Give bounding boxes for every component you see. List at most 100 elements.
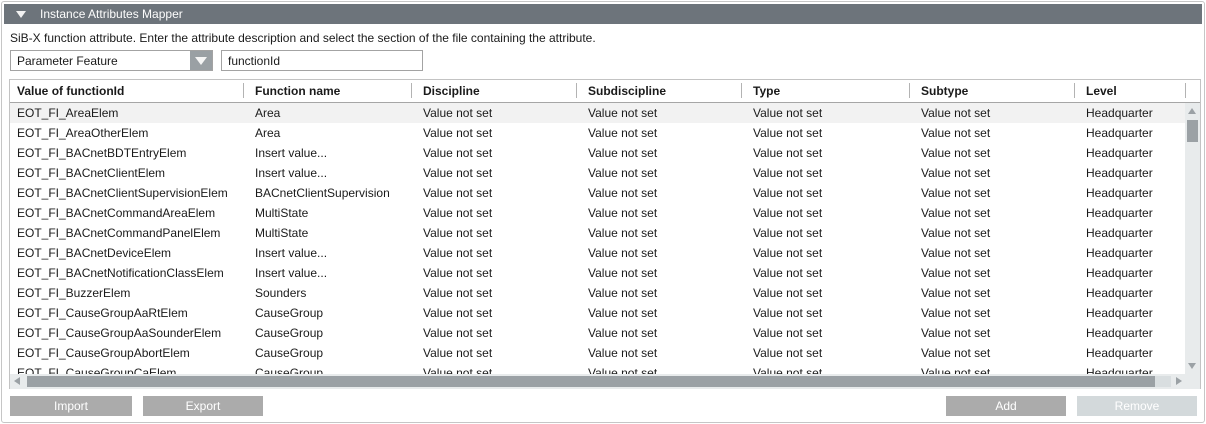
column-header-4[interactable]: Type: [741, 80, 909, 102]
panel-title: Instance Attributes Mapper: [40, 7, 183, 21]
table-row[interactable]: EOT_FI_BACnetNotificationClassElemInsert…: [10, 263, 1185, 283]
table-cell: Value not set: [909, 103, 1074, 123]
table-cell: Value not set: [576, 143, 741, 163]
column-header-1[interactable]: Function name: [243, 80, 411, 102]
table-cell: EOT_FI_AreaOtherElem: [10, 123, 243, 143]
table-cell: Insert value...: [243, 243, 411, 263]
table-row[interactable]: EOT_FI_AreaOtherElemAreaValue not setVal…: [10, 123, 1185, 143]
table-cell: MultiState: [243, 223, 411, 243]
table-row[interactable]: EOT_FI_BACnetDeviceElemInsert value... Va…: [10, 243, 1185, 263]
collapse-triangle-icon[interactable]: [16, 11, 26, 18]
scroll-right-arrow-icon[interactable]: [1176, 377, 1182, 385]
table-cell: Value not set: [411, 303, 576, 323]
table-cell: Value not set: [576, 343, 741, 363]
column-header-0[interactable]: Value of functionId: [10, 80, 243, 102]
table-cell: Value not set: [741, 203, 909, 223]
table-cell: Value not set: [411, 183, 576, 203]
import-button[interactable]: Import: [10, 396, 132, 416]
table-row[interactable]: EOT_FI_BACnetCommandAreaElemMultiStateVa…: [10, 203, 1185, 223]
table-row[interactable]: EOT_FI_BACnetCommandPanelElemMultiStateV…: [10, 223, 1185, 243]
table-cell: Value not set: [741, 183, 909, 203]
table-cell: Value not set: [741, 163, 909, 183]
table-row[interactable]: EOT_FI_CauseGroupAaSounderElemCauseGroup…: [10, 323, 1185, 343]
table-cell: Value not set: [909, 323, 1074, 343]
horizontal-scroll-track-gap[interactable]: [1155, 376, 1171, 387]
table-cell: Value not set: [909, 143, 1074, 163]
column-header-2[interactable]: Discipline: [411, 80, 576, 102]
table-cell: Value not set: [741, 223, 909, 243]
table-cell: Value not set: [741, 283, 909, 303]
scroll-up-arrow-icon[interactable]: [1188, 108, 1196, 114]
panel-header[interactable]: Instance Attributes Mapper: [4, 4, 1202, 24]
table-cell: EOT_FI_CauseGroupCaElem: [10, 363, 243, 374]
chevron-down-icon: [195, 57, 207, 65]
attribute-section-dropdown[interactable]: Parameter Feature: [10, 50, 213, 71]
column-header-3[interactable]: Subdiscipline: [576, 80, 741, 102]
table-cell: Value not set: [576, 203, 741, 223]
table-cell: Headquarter: [1074, 143, 1185, 163]
remove-button[interactable]: Remove: [1077, 396, 1197, 416]
table-cell: EOT_FI_CauseGroupAbortElem: [10, 343, 243, 363]
table-row[interactable]: EOT_FI_BuzzerElemSoundersValue not setVa…: [10, 283, 1185, 303]
table-cell: CauseGroup: [243, 323, 411, 343]
horizontal-scrollbar[interactable]: [10, 374, 1200, 389]
table-cell: EOT_FI_BACnetClientElem: [10, 163, 243, 183]
table-cell: Headquarter: [1074, 123, 1185, 143]
table-cell: Area: [243, 103, 411, 123]
table-cell: Value not set: [411, 103, 576, 123]
table-cell: Value not set: [576, 303, 741, 323]
table-body-region: EOT_FI_AreaElemAreaValue not setValue no…: [10, 103, 1200, 374]
vertical-scrollbar[interactable]: [1185, 103, 1200, 374]
table-row[interactable]: EOT_FI_AreaElemAreaValue not setValue no…: [10, 103, 1185, 123]
table-cell: Headquarter: [1074, 103, 1185, 123]
add-button[interactable]: Add: [946, 396, 1066, 416]
table-cell: Value not set: [909, 183, 1074, 203]
column-header-6[interactable]: Level: [1074, 80, 1200, 102]
table-cell: CauseGroup: [243, 303, 411, 323]
table-cell: EOT_FI_CauseGroupAaSounderElem: [10, 323, 243, 343]
table-row[interactable]: EOT_FI_CauseGroupAbortElemCauseGroupValu…: [10, 343, 1185, 363]
table-cell: EOT_FI_CauseGroupAaRtElem: [10, 303, 243, 323]
table-cell: Value not set: [909, 283, 1074, 303]
table-cell: Value not set: [741, 263, 909, 283]
attribute-description-input[interactable]: [221, 50, 423, 71]
table-cell: Value not set: [741, 363, 909, 374]
table-cell: Value not set: [576, 263, 741, 283]
table-row[interactable]: EOT_FI_BACnetClientElemInsert value...Va…: [10, 163, 1185, 183]
table-cell: EOT_FI_BACnetDeviceElem: [10, 243, 243, 263]
scroll-left-arrow-icon[interactable]: [14, 377, 20, 385]
dropdown-selected-value: Parameter Feature: [11, 54, 190, 68]
export-button[interactable]: Export: [143, 396, 263, 416]
table-cell: Value not set: [411, 263, 576, 283]
table-row[interactable]: EOT_FI_BACnetBDTEntryElemInsert value...…: [10, 143, 1185, 163]
table-cell: Value not set: [909, 303, 1074, 323]
table-cell: Value not set: [909, 243, 1074, 263]
table-cell: Value not set: [411, 363, 576, 374]
table-cell: EOT_FI_BuzzerElem: [10, 283, 243, 303]
table-cell: Insert value...: [243, 263, 411, 283]
table-cell: Value not set: [909, 203, 1074, 223]
table-cell: CauseGroup: [243, 363, 411, 374]
table-cell: Value not set: [741, 323, 909, 343]
table-row[interactable]: EOT_FI_CauseGroupAaRtElemCauseGroupValue…: [10, 303, 1185, 323]
scroll-down-arrow-icon[interactable]: [1188, 363, 1196, 369]
table-row[interactable]: EOT_FI_BACnetClientSupervisionElemBACnet…: [10, 183, 1185, 203]
table-cell: Value not set: [741, 303, 909, 323]
vertical-scroll-thumb[interactable]: [1187, 120, 1198, 142]
table-cell: EOT_FI_AreaElem: [10, 103, 243, 123]
table-cell: Value not set: [909, 123, 1074, 143]
table-cell: MultiState: [243, 203, 411, 223]
horizontal-scroll-thumb[interactable]: [27, 376, 1155, 387]
table-cell: Headquarter: [1074, 183, 1185, 203]
table-cell: Value not set: [411, 323, 576, 343]
table-cell: EOT_FI_BACnetClientSupervisionElem: [10, 183, 243, 203]
table-cell: Value not set: [576, 363, 741, 374]
table-cell: Value not set: [576, 163, 741, 183]
dropdown-arrow-button[interactable]: [190, 51, 212, 70]
table-cell: Value not set: [411, 163, 576, 183]
table-cell: Value not set: [909, 363, 1074, 374]
table-row[interactable]: EOT_FI_CauseGroupCaElemCauseGroupValue n…: [10, 363, 1185, 374]
column-header-5[interactable]: Subtype: [909, 80, 1074, 102]
table-cell: Value not set: [909, 163, 1074, 183]
panel-description: SiB-X function attribute. Enter the attr…: [10, 31, 596, 45]
